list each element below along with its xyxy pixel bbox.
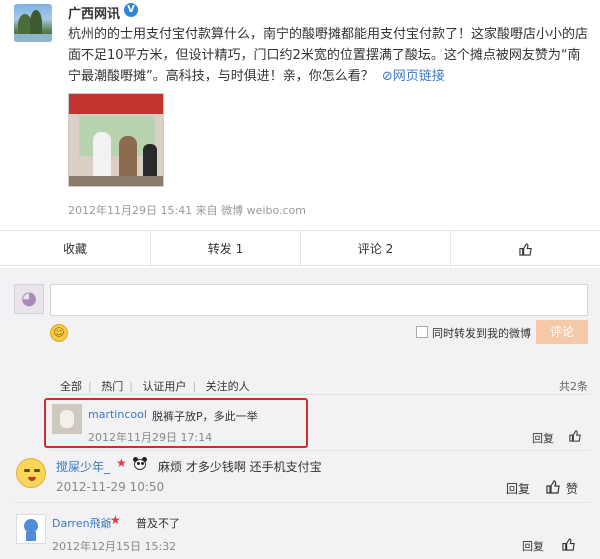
my-avatar: ◕ bbox=[14, 284, 44, 314]
comment-text: 普及不了 bbox=[136, 517, 180, 530]
post-body: 杭州的的士用支付宝付款算什么，南宁的酸嘢摊都能用支付宝付款了！这家酸嘢店小小的店… bbox=[68, 27, 589, 84]
divider bbox=[50, 450, 590, 451]
like-label[interactable]: 赞 bbox=[566, 480, 578, 497]
commenter-avatar[interactable] bbox=[16, 514, 46, 544]
smile-icon[interactable]: ☺ bbox=[50, 324, 68, 342]
submit-comment-button[interactable]: 评论 bbox=[536, 320, 588, 344]
tab-verified[interactable]: 认证用户 bbox=[142, 380, 186, 393]
comments-panel: ◕ ☺ 同时转发到我的微博 评论 全部 | 热门 | 认证用户 | 关注的人 共2条 … bbox=[0, 268, 600, 559]
comment-filter-tabs: 全部 | 热门 | 认证用户 | 关注的人 bbox=[60, 380, 250, 393]
repost-checkbox-label: 同时转发到我的微博 bbox=[432, 327, 531, 340]
action-bar: 收藏 转发 1 评论 2 bbox=[0, 230, 600, 267]
link-icon: ⊘ bbox=[381, 69, 393, 84]
comment-time: 2012年11月29日 17:14 bbox=[88, 431, 213, 444]
web-link[interactable]: 网页链接 bbox=[393, 69, 445, 84]
comment-input[interactable] bbox=[50, 284, 588, 316]
divider bbox=[14, 502, 590, 503]
post-photo[interactable] bbox=[68, 93, 164, 187]
comment-time: 2012年12月15日 15:32 bbox=[52, 540, 177, 553]
thumbs-up-icon bbox=[519, 243, 532, 256]
weibo-post: 广西网讯 V 杭州的的士用支付宝付款算什么，南宁的酸嘢摊都能用支付宝付款了！这家… bbox=[0, 0, 600, 268]
like-button[interactable] bbox=[450, 231, 600, 267]
comment-total: 共2条 bbox=[559, 380, 588, 393]
commenter-name[interactable]: Darren飛爺 bbox=[52, 515, 112, 531]
commenter-name[interactable]: martincool bbox=[88, 408, 147, 421]
tab-hot[interactable]: 热门 bbox=[101, 380, 123, 393]
author-avatar[interactable] bbox=[14, 4, 52, 42]
thumbs-up-icon[interactable] bbox=[546, 480, 560, 494]
comment-time: 2012-11-29 10:50 bbox=[56, 480, 165, 494]
comment-text: 麻烦 才多少钱啊 还手机支付宝 bbox=[158, 460, 322, 474]
star-badge-icon: ★ bbox=[110, 513, 121, 527]
post-meta: 2012年11月29日 15:41 来自 微博 weibo.com bbox=[68, 204, 307, 217]
repost-button[interactable]: 转发 1 bbox=[150, 231, 300, 267]
repost-checkbox[interactable] bbox=[416, 326, 428, 338]
commenter-name[interactable]: 搅屎少年_ bbox=[56, 458, 110, 475]
commenter-avatar[interactable] bbox=[16, 458, 46, 488]
author-name[interactable]: 广西网讯 bbox=[68, 3, 120, 22]
comment-text: 脱裤子放P，多此一举 bbox=[152, 410, 258, 423]
thumbs-up-icon[interactable] bbox=[569, 430, 581, 442]
verified-badge-icon: V bbox=[124, 3, 138, 17]
post-text: 杭州的的士用支付宝付款算什么，南宁的酸嘢摊都能用支付宝付款了！这家酸嘢店小小的店… bbox=[68, 24, 588, 87]
reply-button[interactable]: 回复 bbox=[532, 430, 554, 446]
panda-icon bbox=[132, 457, 148, 471]
tab-all[interactable]: 全部 bbox=[60, 380, 82, 393]
star-badge-icon: ★ bbox=[116, 456, 127, 470]
reply-button[interactable]: 回复 bbox=[506, 480, 530, 497]
thumbs-up-icon[interactable] bbox=[562, 538, 575, 551]
tab-following[interactable]: 关注的人 bbox=[206, 380, 250, 393]
comment-button[interactable]: 评论 2 bbox=[300, 231, 450, 267]
favorite-button[interactable]: 收藏 bbox=[0, 231, 150, 267]
reply-button[interactable]: 回复 bbox=[522, 538, 544, 554]
divider bbox=[50, 394, 590, 395]
commenter-avatar[interactable] bbox=[52, 404, 82, 434]
